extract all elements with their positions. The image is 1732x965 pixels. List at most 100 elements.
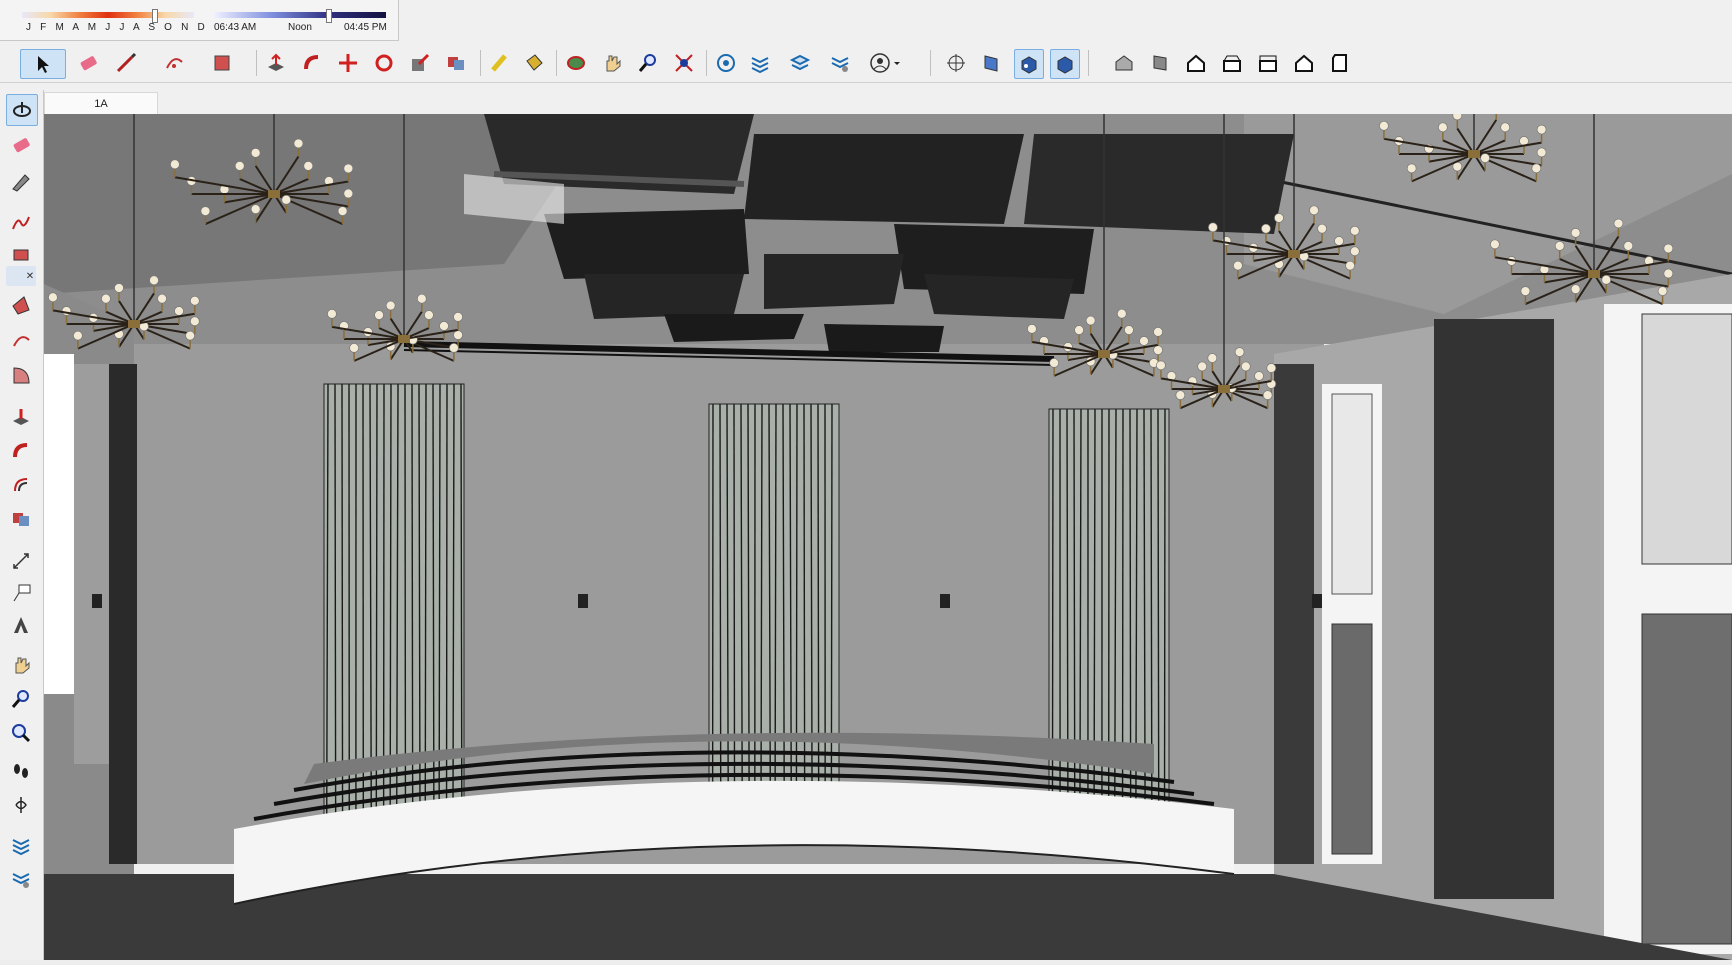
push-pull-icon (265, 52, 287, 74)
display-section-planes-icon (981, 52, 1003, 74)
bottom-view-button[interactable] (1326, 49, 1354, 77)
offset-icon (10, 474, 32, 496)
orbit-tool-button-left[interactable] (6, 94, 38, 126)
paint-bucket-tool-button[interactable] (520, 49, 548, 77)
pan-tool-button-left[interactable] (6, 650, 36, 680)
zoom-window-tool-button[interactable] (6, 684, 36, 714)
back-view-icon (1257, 52, 1279, 74)
iso-view-icon (1113, 52, 1135, 74)
walk-icon (10, 760, 32, 782)
pie-tool-button[interactable] (6, 360, 36, 390)
extension-warehouse-button-left[interactable] (6, 864, 36, 894)
display-section-fill-button[interactable] (1050, 49, 1080, 79)
3d-text-icon (10, 614, 32, 636)
select-tool-button[interactable] (20, 49, 66, 79)
eraser-icon (10, 134, 32, 156)
warehouse-button-left[interactable] (6, 830, 36, 860)
intersect-tool-button[interactable] (6, 504, 36, 534)
eraser-tool-button-left[interactable] (6, 130, 36, 160)
text-label-icon (10, 582, 32, 604)
month-slider-handle[interactable] (152, 9, 158, 23)
left-view-icon (1293, 52, 1315, 74)
warehouse-icon (715, 52, 737, 74)
eraser-tool-button[interactable] (74, 49, 102, 77)
look-around-tool-button[interactable] (6, 790, 36, 820)
orbit-tool-button[interactable] (562, 49, 590, 77)
time-slider-handle[interactable] (326, 9, 332, 23)
scene-tab-1a[interactable]: 1A (44, 92, 158, 115)
layout-send-icon (789, 52, 811, 74)
pan-tool-button[interactable] (598, 49, 626, 77)
zoom-extents-icon (673, 52, 695, 74)
extension-manager-icon (829, 52, 851, 74)
top-view-button[interactable] (1146, 49, 1174, 77)
text-tool-button[interactable] (6, 578, 36, 608)
time-slider-track[interactable] (214, 12, 386, 18)
follow-me-icon (10, 440, 32, 462)
display-section-cuts-button[interactable] (1014, 49, 1044, 79)
line-tool-button[interactable] (112, 49, 140, 77)
orbit-icon (11, 99, 33, 121)
main-toolbar (0, 44, 1732, 83)
section-plane-icon (945, 52, 967, 74)
left-toolbar: ✕ (0, 90, 44, 965)
extension-warehouse-button[interactable] (746, 49, 774, 77)
left-view-button[interactable] (1290, 49, 1318, 77)
rotated-rectangle-tool-button[interactable] (6, 290, 36, 320)
extension-warehouse-icon (10, 868, 32, 890)
bottom-view-icon (1329, 52, 1351, 74)
account-button[interactable] (866, 49, 906, 77)
freehand-tool-button[interactable] (6, 208, 36, 238)
zoom-previous-tool-button[interactable] (6, 718, 36, 748)
warehouse-button[interactable] (712, 49, 740, 77)
month-slider-track[interactable] (22, 12, 194, 18)
follow-me-tool-button-left[interactable] (6, 436, 36, 466)
rectangle-icon (211, 52, 233, 74)
right-view-button[interactable] (1218, 49, 1246, 77)
section-plane-button[interactable] (942, 49, 970, 77)
offset-tool-button-left[interactable] (6, 470, 36, 500)
front-view-button[interactable] (1182, 49, 1210, 77)
arc-tool-button[interactable] (160, 49, 188, 77)
model-viewport[interactable] (44, 114, 1732, 960)
tape-measure-icon (489, 52, 511, 74)
flyout-close-button[interactable]: ✕ (6, 266, 36, 286)
pan-hand-icon (10, 654, 32, 676)
follow-me-tool-button[interactable] (298, 49, 326, 77)
zoom-extents-tool-button[interactable] (670, 49, 698, 77)
scale-icon (409, 52, 431, 74)
rectangle-icon (10, 244, 32, 266)
close-icon: ✕ (26, 271, 34, 282)
move-icon (337, 52, 359, 74)
push-pull-tool-button-left[interactable] (6, 402, 36, 432)
rectangle-tool-button[interactable] (208, 49, 236, 77)
warehouse-icon (10, 834, 32, 856)
zoom-previous-icon (10, 722, 32, 744)
back-view-button[interactable] (1254, 49, 1282, 77)
push-pull-tool-button[interactable] (262, 49, 290, 77)
layout-send-button[interactable] (786, 49, 814, 77)
paint-bucket-icon (523, 52, 545, 74)
zoom-icon (637, 52, 659, 74)
eraser-icon (77, 52, 99, 74)
move-tool-button[interactable] (334, 49, 362, 77)
display-section-cuts-icon (1018, 53, 1040, 75)
dimension-tool-button[interactable] (6, 546, 36, 576)
iso-view-button[interactable] (1110, 49, 1138, 77)
offset-tool-button[interactable] (442, 49, 470, 77)
arc-tool-button-left[interactable] (6, 326, 36, 356)
front-view-icon (1185, 52, 1207, 74)
paint-tool-button-left[interactable] (6, 166, 36, 196)
display-section-planes-button[interactable] (978, 49, 1006, 77)
walk-tool-button[interactable] (6, 756, 36, 786)
scale-tool-button[interactable] (406, 49, 434, 77)
top-view-icon (1149, 52, 1171, 74)
3d-text-tool-button[interactable] (6, 610, 36, 640)
intersect-icon (10, 508, 32, 530)
tape-measure-tool-button[interactable] (486, 49, 514, 77)
extension-manager-button[interactable] (826, 49, 854, 77)
scene-tab-strip (44, 90, 1732, 114)
zoom-tool-button[interactable] (634, 49, 662, 77)
rotate-tool-button[interactable] (370, 49, 398, 77)
pan-hand-icon (601, 52, 623, 74)
